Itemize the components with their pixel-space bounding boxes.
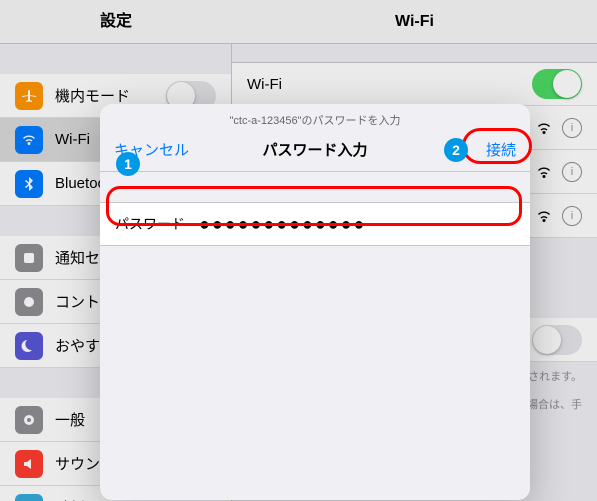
modal-title: パスワード入力 [262,139,367,160]
connect-button[interactable]: 接続 [486,139,516,160]
password-field[interactable]: パスワード ●●●●●●●●●●●●● [100,202,530,246]
password-value: ●●●●●●●●●●●●● [199,214,366,235]
step-badge-2: 2 [444,138,468,162]
step-badge-1: 1 [116,152,140,176]
password-modal: "ctc-a-123456"のパスワードを入力 キャンセル パスワード入力 接続… [100,104,530,500]
password-label: パスワード [115,214,185,234]
modal-subtitle: "ctc-a-123456"のパスワードを入力 [100,104,530,128]
